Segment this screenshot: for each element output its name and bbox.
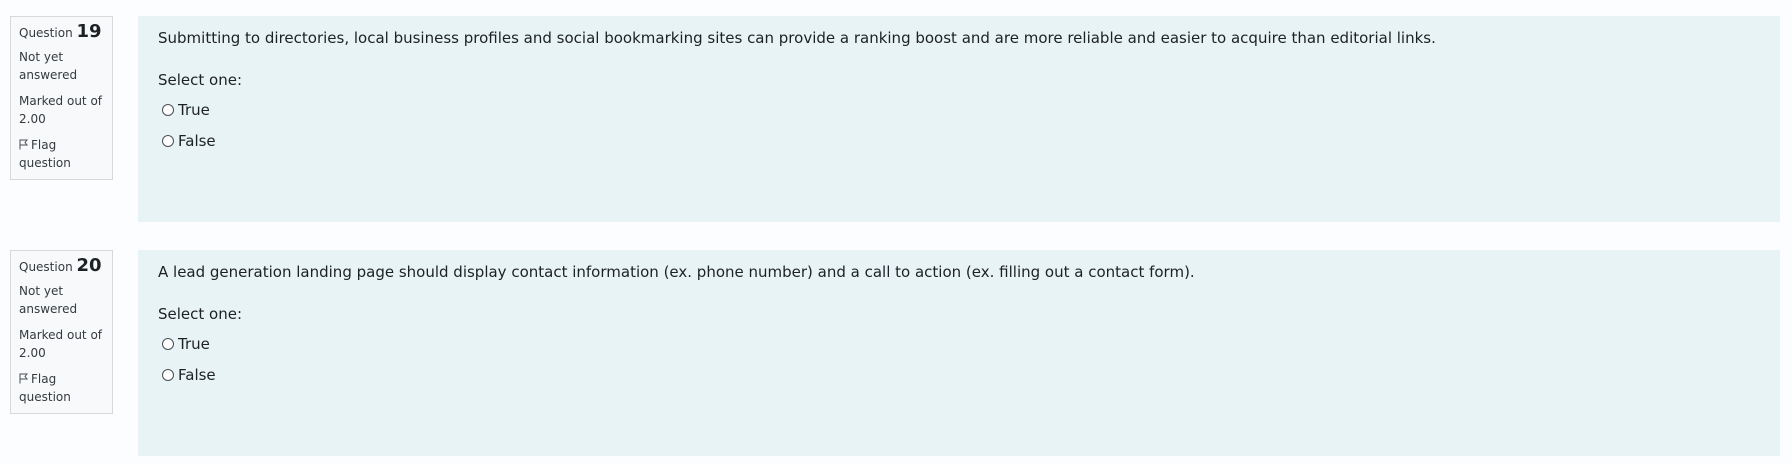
select-one-prompt: Select one: xyxy=(158,305,243,323)
answer-option-true[interactable]: True xyxy=(158,328,1760,359)
question-label: Question xyxy=(19,260,73,274)
answer-option-label: False xyxy=(178,365,216,384)
flag-question-button[interactable]: Flag question xyxy=(19,136,104,172)
question-number-heading: Question 19 xyxy=(19,23,104,42)
radio-button-icon[interactable] xyxy=(162,368,174,381)
answer-option-true[interactable]: True xyxy=(158,94,1760,125)
question-text: A lead generation landing page should di… xyxy=(158,263,1195,281)
radio-button-icon[interactable] xyxy=(162,103,174,116)
answer-option-label: True xyxy=(178,100,210,119)
question-label: Question xyxy=(19,26,73,40)
flag-icon xyxy=(19,371,29,384)
question-block: Question 19 Not yet answered Marked out … xyxy=(10,16,1780,226)
question-state: Not yet answered xyxy=(19,50,78,82)
question-content: Submitting to directories, local busines… xyxy=(138,16,1780,222)
answer-option-false[interactable]: False xyxy=(158,125,1760,156)
question-info-panel: Question 20 Not yet answered Marked out … xyxy=(10,250,113,414)
question-grade: Marked out of 2.00 xyxy=(19,94,103,126)
question-state: Not yet answered xyxy=(19,284,78,316)
answer-option-false[interactable]: False xyxy=(158,359,1760,390)
answer-option-label: False xyxy=(178,131,216,150)
radio-button-icon[interactable] xyxy=(162,337,174,350)
question-info-panel: Question 19 Not yet answered Marked out … xyxy=(10,16,113,180)
question-grade: Marked out of 2.00 xyxy=(19,328,103,360)
question-block: Question 20 Not yet answered Marked out … xyxy=(10,250,1780,460)
answer-option-label: True xyxy=(178,334,210,353)
question-number: 20 xyxy=(76,255,102,276)
question-number: 19 xyxy=(76,21,102,42)
question-number-heading: Question 20 xyxy=(19,257,104,276)
flag-icon xyxy=(19,137,29,150)
question-content: A lead generation landing page should di… xyxy=(138,250,1780,456)
flag-question-button[interactable]: Flag question xyxy=(19,370,104,406)
radio-button-icon[interactable] xyxy=(162,134,174,147)
question-text: Submitting to directories, local busines… xyxy=(158,29,1436,47)
select-one-prompt: Select one: xyxy=(158,71,243,89)
